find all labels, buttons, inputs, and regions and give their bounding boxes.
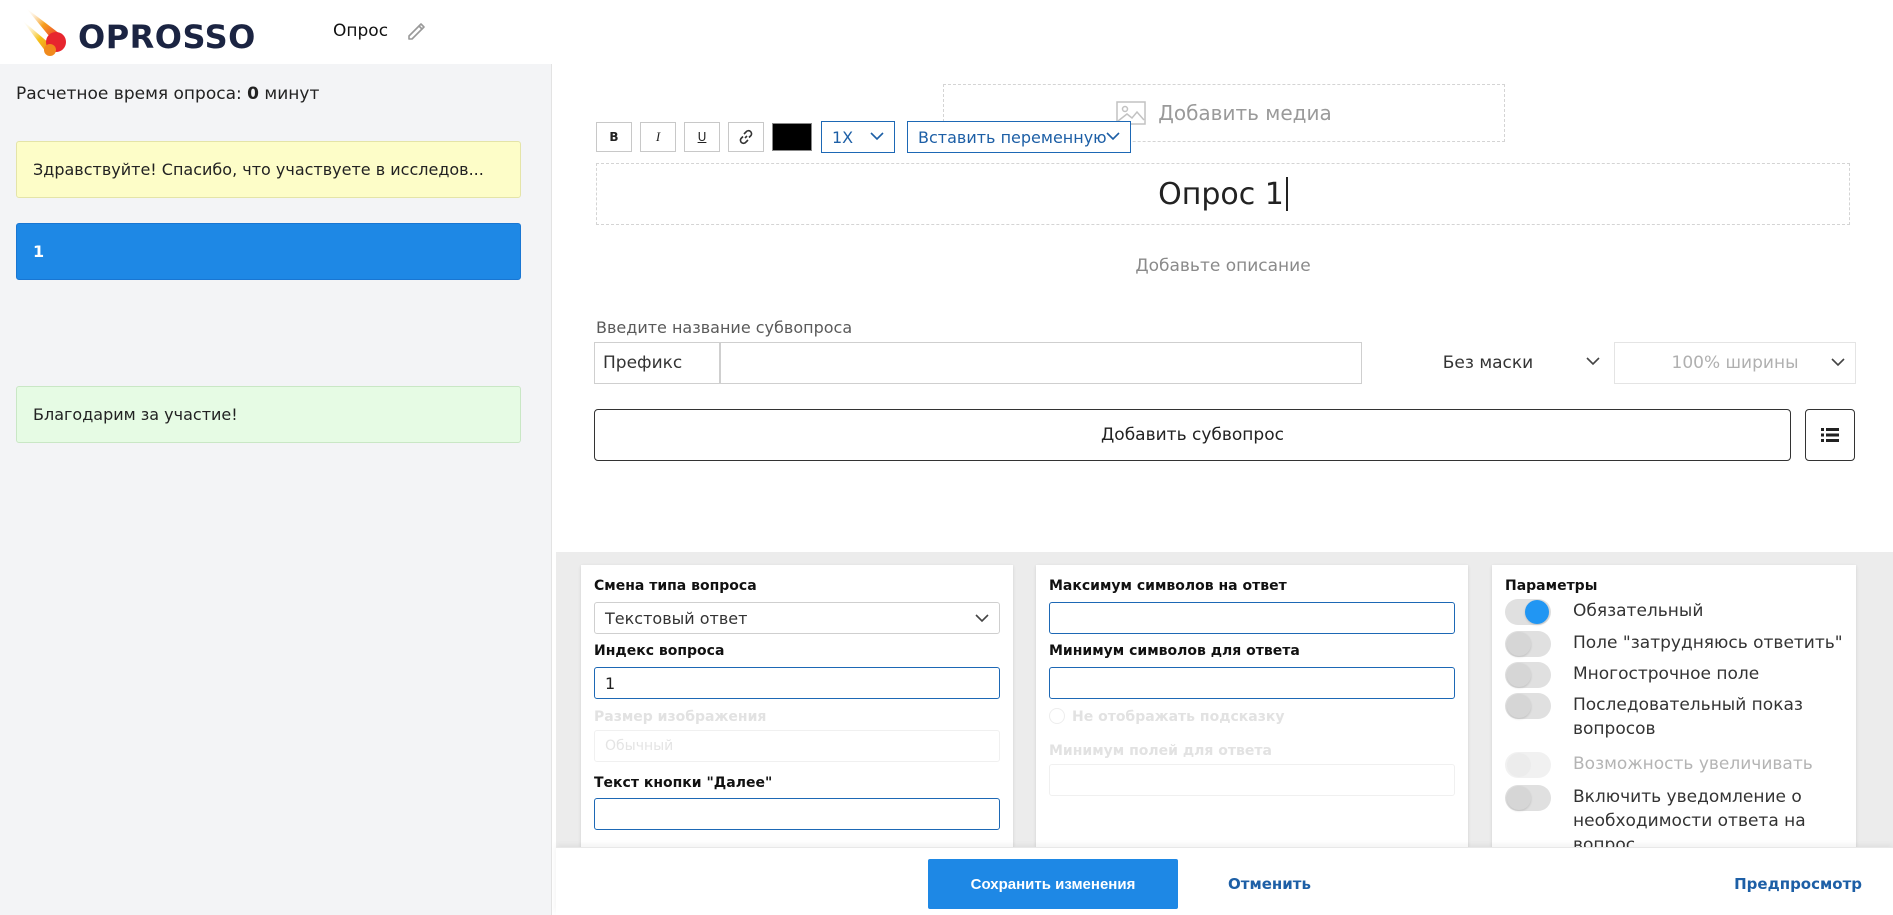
description-field[interactable]: Добавьте описание (596, 256, 1850, 276)
welcome-card-label: Здравствуйте! Спасибо, что участвуете в … (33, 160, 484, 179)
text-format-toolbar: B I U 1X Вставить переменную (596, 120, 1143, 154)
chevron-down-icon (870, 132, 884, 141)
question-editor (556, 0, 1893, 552)
save-changes-button[interactable]: Сохранить изменения (928, 859, 1178, 909)
next-button-text-input[interactable] (594, 798, 1000, 830)
multiline-toggle-label: Многострочное поле (1573, 664, 1760, 684)
list-icon (1821, 428, 1839, 442)
hide-hint-label: Не отображать подсказку (1072, 709, 1285, 725)
type-settings-panel: Смена типа вопроса Текстовый ответ Индек… (581, 565, 1013, 847)
estimated-time: Расчетное время опроса: 0 минут (16, 84, 319, 104)
toggle-row-required: Обязательный (1505, 599, 1703, 625)
pencil-icon[interactable] (405, 20, 427, 42)
image-size-select[interactable]: Обычный (594, 730, 1000, 762)
link-button[interactable] (728, 122, 764, 152)
text-color-picker[interactable] (772, 123, 812, 151)
toggle-row-zoom: Возможность увеличивать (1505, 752, 1813, 778)
logo-text: OPROSSO (78, 18, 256, 56)
question-type-select[interactable]: Текстовый ответ (594, 602, 1000, 634)
add-subquestion-button[interactable]: Добавить субвопрос (594, 409, 1791, 461)
max-chars-input[interactable] (1049, 602, 1455, 634)
required-toggle-label: Обязательный (1573, 601, 1704, 621)
min-fields-label: Минимум полей для ответа (1049, 743, 1272, 759)
question-type-label: Смена типа вопроса (594, 578, 757, 594)
hide-hint-checkbox[interactable] (1049, 708, 1065, 724)
sequential-toggle-label: Последовательный показ вопросов (1573, 695, 1803, 739)
toggle-row-hard-to-answer: Поле "затрудняюсь ответить" (1505, 631, 1843, 657)
estimated-time-label: Расчетное время опроса: (16, 84, 242, 104)
italic-button[interactable]: I (640, 122, 676, 152)
hard-to-answer-toggle-label: Поле "затрудняюсь ответить" (1573, 633, 1843, 653)
logo[interactable]: OPROSSO (20, 4, 260, 62)
hard-to-answer-toggle[interactable] (1505, 631, 1551, 657)
top-bar: OPROSSO Опрос (0, 0, 552, 64)
parameters-panel: Параметры Обязательный Поле "затрудняюсь… (1492, 565, 1856, 847)
sidebar: OPROSSO Опрос Расчетное время опроса: 0 … (0, 0, 552, 915)
mask-select[interactable]: Без маски (1366, 342, 1610, 384)
question-title-field[interactable]: Опрос 1 (596, 163, 1850, 225)
zoom-toggle-label: Возможность увеличивать (1573, 754, 1813, 774)
notification-toggle-label: Включить уведомление о необходимости отв… (1573, 787, 1806, 847)
text-caret (1285, 177, 1288, 211)
question-card-active[interactable]: 1 (16, 223, 521, 280)
survey-name: Опрос (333, 21, 389, 41)
toggle-row-sequential: Последовательный показ вопросов (1505, 693, 1843, 741)
prefix-field[interactable]: Префикс (594, 342, 720, 384)
thanks-card[interactable]: Благодарим за участие! (16, 386, 521, 443)
multiline-toggle[interactable] (1505, 662, 1551, 688)
bold-button[interactable]: B (596, 122, 632, 152)
subquestion-label: Введите название субвопроса (596, 318, 853, 337)
question-card-label: 1 (33, 242, 45, 261)
cancel-link[interactable]: Отменить (1228, 875, 1311, 893)
add-media-label: Добавить медиа (1158, 101, 1332, 125)
question-settings: Смена типа вопроса Текстовый ответ Индек… (556, 552, 1893, 847)
link-icon (739, 129, 753, 145)
min-chars-input[interactable] (1049, 667, 1455, 699)
estimated-time-value: 0 (247, 84, 259, 104)
chevron-down-icon (1106, 132, 1120, 141)
max-chars-label: Максимум символов на ответ (1049, 578, 1287, 594)
chevron-down-icon (975, 614, 989, 623)
parameters-title: Параметры (1505, 578, 1598, 594)
toggle-row-multiline: Многострочное поле (1505, 662, 1759, 688)
thanks-card-label: Благодарим за участие! (33, 405, 238, 424)
list-view-button[interactable] (1805, 409, 1855, 461)
bottom-action-bar: Сохранить изменения Отменить Предпросмот… (556, 847, 1893, 915)
insert-variable-select[interactable]: Вставить переменную (907, 121, 1131, 153)
question-index-input[interactable]: 1 (594, 667, 1000, 699)
preview-link[interactable]: Предпросмотр (1734, 875, 1862, 893)
estimated-time-unit: минут (264, 84, 320, 104)
notification-toggle[interactable] (1505, 785, 1551, 811)
font-size-select[interactable]: 1X (821, 121, 895, 153)
required-toggle[interactable] (1505, 599, 1551, 625)
min-chars-label: Минимум символов для ответа (1049, 643, 1300, 659)
sequential-toggle[interactable] (1505, 693, 1551, 719)
image-size-label: Размер изображения (594, 709, 767, 725)
min-fields-input[interactable] (1049, 764, 1455, 796)
answer-limits-panel: Максимум символов на ответ Минимум симво… (1036, 565, 1468, 847)
welcome-card[interactable]: Здравствуйте! Спасибо, что участвуете в … (16, 141, 521, 198)
underline-button[interactable]: U (684, 122, 720, 152)
toggle-row-notification: Включить уведомление о необходимости отв… (1505, 785, 1843, 847)
chevron-down-icon (1586, 357, 1600, 366)
next-button-text-label: Текст кнопки "Далее" (594, 775, 773, 791)
question-title-text: Опрос 1 (1158, 176, 1284, 212)
subquestion-input[interactable] (720, 342, 1362, 384)
zoom-toggle[interactable] (1505, 752, 1551, 778)
question-index-label: Индекс вопроса (594, 643, 725, 659)
width-select[interactable]: 100% ширины (1614, 342, 1856, 384)
chevron-down-icon (1831, 358, 1845, 367)
